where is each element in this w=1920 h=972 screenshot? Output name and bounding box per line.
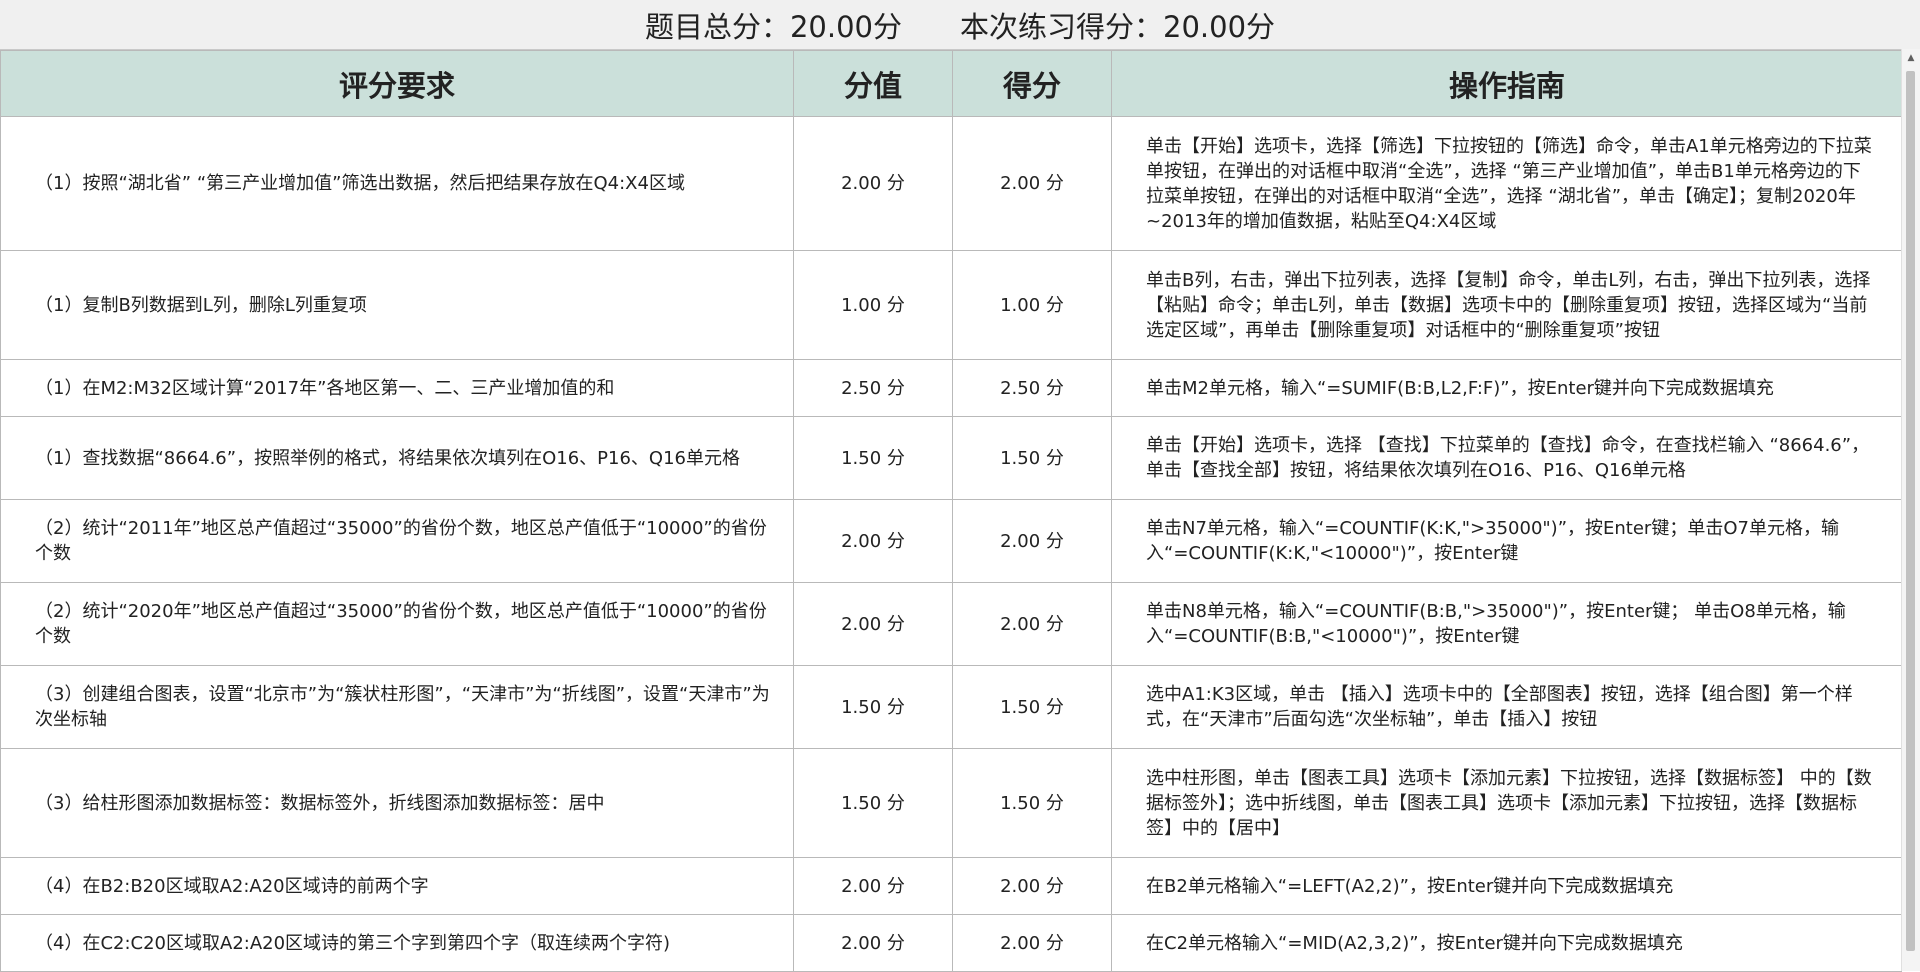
header-requirement: 评分要求 [0, 50, 794, 117]
table-row: （2）统计“2020年”地区总产值超过“35000”的省份个数，地区总产值低于“… [0, 582, 1902, 666]
points-cell: 2.00 分 [793, 914, 953, 972]
points-cell: 1.50 分 [793, 748, 953, 858]
guide-cell: 单击B列，右击，弹出下拉列表，选择【复制】命令，单击L列，右击，弹出下拉列表，选… [1111, 250, 1902, 360]
practice-score-label: 本次练习得分：20.00分 [960, 9, 1276, 44]
points-cell: 2.00 分 [793, 582, 953, 666]
points-cell: 1.00 分 [793, 250, 953, 360]
guide-cell: 单击N7单元格，输入“=COUNTIF(K:K,">35000")”，按Ente… [1111, 499, 1902, 583]
requirement-cell: （2）统计“2011年”地区总产值超过“35000”的省份个数，地区总产值低于“… [0, 499, 794, 583]
requirement-cell: （4）在C2:C20区域取A2:A20区域诗的第三个字到第四个字（取连续两个字符… [0, 914, 794, 972]
points-cell: 1.50 分 [793, 665, 953, 749]
guide-cell: 单击M2单元格，输入“=SUMIF(B:B,L2,F:F)”，按Enter键并向… [1111, 359, 1902, 417]
points-cell: 2.00 分 [793, 499, 953, 583]
score-cell: 2.00 分 [952, 582, 1112, 666]
table-row: （4）在B2:B20区域取A2:A20区域诗的前两个字 2.00 分 2.00 … [0, 857, 1902, 915]
points-cell: 2.50 分 [793, 359, 953, 417]
points-cell: 1.50 分 [793, 416, 953, 500]
score-cell: 2.50 分 [952, 359, 1112, 417]
points-cell: 2.00 分 [793, 116, 953, 251]
guide-cell: 单击【开始】选项卡，选择 【查找】下拉菜单的【查找】命令，在查找栏输入 “866… [1111, 416, 1902, 500]
total-score-label: 题目总分：20.00分 [644, 9, 902, 44]
requirement-cell: （1）复制B列数据到L列，删除L列重复项 [0, 250, 794, 360]
table-row: （3）给柱形图添加数据标签：数据标签外，折线图添加数据标签：居中 1.50 分 … [0, 748, 1902, 858]
scrollbar-thumb[interactable] [1906, 71, 1915, 951]
guide-cell: 选中柱形图，单击【图表工具】选项卡【添加元素】下拉按钮，选择【数据标签】 中的【… [1111, 748, 1902, 858]
table-row: （4）在C2:C20区域取A2:A20区域诗的第三个字到第四个字（取连续两个字符… [0, 914, 1902, 972]
table-row: （2）统计“2011年”地区总产值超过“35000”的省份个数，地区总产值低于“… [0, 499, 1902, 583]
table-row: （1）在M2:M32区域计算“2017年”各地区第一、二、三产业增加值的和 2.… [0, 359, 1902, 417]
guide-cell: 单击N8单元格，输入“=COUNTIF(B:B,">35000")”，按Ente… [1111, 582, 1902, 666]
guide-cell: 在B2单元格输入“=LEFT(A2,2)”，按Enter键并向下完成数据填充 [1111, 857, 1902, 915]
vertical-scrollbar[interactable]: ▲ [1901, 49, 1920, 971]
table-row: （3）创建组合图表，设置“北京市”为“簇状柱形图”，“天津市”为“折线图”，设置… [0, 665, 1902, 749]
header-score: 得分 [952, 50, 1112, 117]
requirement-cell: （2）统计“2020年”地区总产值超过“35000”的省份个数，地区总产值低于“… [0, 582, 794, 666]
table-header-row: 评分要求 分值 得分 操作指南 [0, 50, 1902, 117]
requirement-cell: （1）在M2:M32区域计算“2017年”各地区第一、二、三产业增加值的和 [0, 359, 794, 417]
points-cell: 2.00 分 [793, 857, 953, 915]
score-cell: 2.00 分 [952, 857, 1112, 915]
grading-table: 评分要求 分值 得分 操作指南 （1）按照“湖北省” “第三产业增加值”筛选出数… [0, 50, 1902, 972]
score-cell: 2.00 分 [952, 116, 1112, 251]
requirement-cell: （3）创建组合图表，设置“北京市”为“簇状柱形图”，“天津市”为“折线图”，设置… [0, 665, 794, 749]
requirement-cell: （4）在B2:B20区域取A2:A20区域诗的前两个字 [0, 857, 794, 915]
header-guide: 操作指南 [1111, 50, 1902, 117]
score-cell: 1.00 分 [952, 250, 1112, 360]
score-cell: 1.50 分 [952, 748, 1112, 858]
score-cell: 1.50 分 [952, 416, 1112, 500]
grading-table-container: 评分要求 分值 得分 操作指南 （1）按照“湖北省” “第三产业增加值”筛选出数… [0, 49, 1902, 972]
score-cell: 2.00 分 [952, 499, 1112, 583]
table-row: （1）复制B列数据到L列，删除L列重复项 1.00 分 1.00 分 单击B列，… [0, 250, 1902, 360]
requirement-cell: （1）查找数据“8664.6”，按照举例的格式，将结果依次填列在O16、P16、… [0, 416, 794, 500]
score-cell: 1.50 分 [952, 665, 1112, 749]
chevron-up-icon[interactable]: ▲ [1902, 49, 1920, 67]
table-row: （1）查找数据“8664.6”，按照举例的格式，将结果依次填列在O16、P16、… [0, 416, 1902, 500]
requirement-cell: （3）给柱形图添加数据标签：数据标签外，折线图添加数据标签：居中 [0, 748, 794, 858]
guide-cell: 在C2单元格输入“=MID(A2,3,2)”，按Enter键并向下完成数据填充 [1111, 914, 1902, 972]
header-points: 分值 [793, 50, 953, 117]
score-cell: 2.00 分 [952, 914, 1112, 972]
score-summary-bar: 题目总分：20.00分 本次练习得分：20.00分 [0, 0, 1920, 49]
requirement-cell: （1）按照“湖北省” “第三产业增加值”筛选出数据，然后把结果存放在Q4:X4区… [0, 116, 794, 251]
table-row: （1）按照“湖北省” “第三产业增加值”筛选出数据，然后把结果存放在Q4:X4区… [0, 116, 1902, 251]
guide-cell: 选中A1:K3区域，单击 【插入】选项卡中的【全部图表】按钮，选择【组合图】第一… [1111, 665, 1902, 749]
guide-cell: 单击【开始】选项卡，选择【筛选】下拉按钮的【筛选】命令，单击A1单元格旁边的下拉… [1111, 116, 1902, 251]
